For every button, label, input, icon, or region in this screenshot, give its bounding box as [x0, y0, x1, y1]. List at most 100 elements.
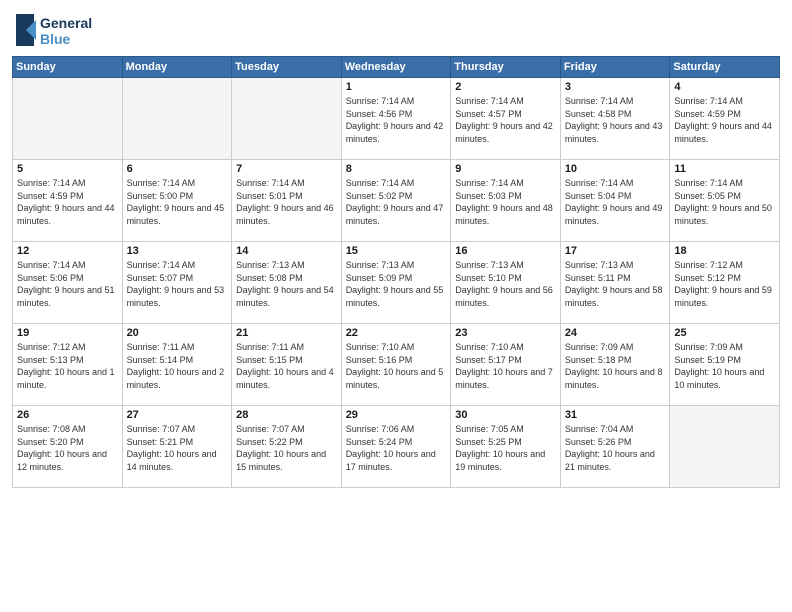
day-info: Sunrise: 7:09 AM Sunset: 5:18 PM Dayligh…	[565, 341, 666, 391]
calendar-week-2: 5 Sunrise: 7:14 AM Sunset: 4:59 PM Daylig…	[13, 160, 780, 242]
day-number: 27	[127, 409, 228, 421]
day-number: 20	[127, 327, 228, 339]
day-number: 2	[455, 81, 556, 93]
day-info: Sunrise: 7:06 AM Sunset: 5:24 PM Dayligh…	[346, 423, 447, 473]
calendar-week-5: 26Sunrise: 7:08 AM Sunset: 5:20 PM Dayli…	[13, 406, 780, 488]
calendar-cell: 29 Sunrise: 7:06 AM Sunset: 5:24 PM Dayli…	[341, 406, 451, 488]
day-number: 25	[674, 327, 775, 339]
page-container: GeneralBlue SundayMondayTuesdayWednesday…	[0, 0, 792, 496]
svg-text:Blue: Blue	[40, 31, 71, 47]
calendar-cell: 18Sunrise: 7:12 AM Sunset: 5:12 PM Dayli…	[670, 242, 780, 324]
calendar-cell: 30 Sunrise: 7:05 AM Sunset: 5:25 PM Dayli…	[451, 406, 561, 488]
calendar-week-1: 1Sunrise: 7:14 AM Sunset: 4:56 PM Daylig…	[13, 78, 780, 160]
calendar-cell: 21 Sunrise: 7:11 AM Sunset: 5:15 PM Dayli…	[232, 324, 342, 406]
calendar-week-3: 12 Sunrise: 7:14 AM Sunset: 5:06 PM Dayli…	[13, 242, 780, 324]
day-number: 5	[17, 163, 118, 175]
col-header-wednesday: Wednesday	[341, 57, 451, 78]
day-number: 4	[674, 81, 775, 93]
calendar-cell: 28Sunrise: 7:07 AM Sunset: 5:22 PM Dayli…	[232, 406, 342, 488]
day-number: 8	[346, 163, 447, 175]
day-info: Sunrise: 7:11 AM Sunset: 5:14 PM Dayligh…	[127, 341, 228, 391]
col-header-saturday: Saturday	[670, 57, 780, 78]
day-info: Sunrise: 7:14 AM Sunset: 4:57 PM Dayligh…	[455, 95, 556, 145]
day-number: 12	[17, 245, 118, 257]
day-number: 30	[455, 409, 556, 421]
header: GeneralBlue	[12, 10, 780, 50]
day-info: Sunrise: 7:14 AM Sunset: 4:59 PM Dayligh…	[17, 177, 118, 227]
calendar-cell: 16 Sunrise: 7:13 AM Sunset: 5:10 PM Dayli…	[451, 242, 561, 324]
day-info: Sunrise: 7:05 AM Sunset: 5:25 PM Dayligh…	[455, 423, 556, 473]
calendar-cell: 12 Sunrise: 7:14 AM Sunset: 5:06 PM Dayli…	[13, 242, 123, 324]
calendar-cell: 2 Sunrise: 7:14 AM Sunset: 4:57 PM Daylig…	[451, 78, 561, 160]
day-info: Sunrise: 7:14 AM Sunset: 5:06 PM Dayligh…	[17, 259, 118, 309]
day-info: Sunrise: 7:10 AM Sunset: 5:16 PM Dayligh…	[346, 341, 447, 391]
col-header-monday: Monday	[122, 57, 232, 78]
day-info: Sunrise: 7:09 AM Sunset: 5:19 PM Dayligh…	[674, 341, 775, 391]
day-info: Sunrise: 7:14 AM Sunset: 5:05 PM Dayligh…	[674, 177, 775, 227]
col-header-thursday: Thursday	[451, 57, 561, 78]
calendar-cell: 1Sunrise: 7:14 AM Sunset: 4:56 PM Daylig…	[341, 78, 451, 160]
calendar-cell: 13 Sunrise: 7:14 AM Sunset: 5:07 PM Dayli…	[122, 242, 232, 324]
day-info: Sunrise: 7:07 AM Sunset: 5:21 PM Dayligh…	[127, 423, 228, 473]
day-number: 16	[455, 245, 556, 257]
calendar-table: SundayMondayTuesdayWednesdayThursdayFrid…	[12, 56, 780, 488]
calendar-cell: 4 Sunrise: 7:14 AM Sunset: 4:59 PM Daylig…	[670, 78, 780, 160]
day-info: Sunrise: 7:14 AM Sunset: 5:02 PM Dayligh…	[346, 177, 447, 227]
calendar-cell: 15 Sunrise: 7:13 AM Sunset: 5:09 PM Dayli…	[341, 242, 451, 324]
day-number: 24	[565, 327, 666, 339]
day-info: Sunrise: 7:08 AM Sunset: 5:20 PM Dayligh…	[17, 423, 118, 473]
day-number: 9	[455, 163, 556, 175]
logo: GeneralBlue	[12, 10, 102, 50]
calendar-cell: 7Sunrise: 7:14 AM Sunset: 5:01 PM Daylig…	[232, 160, 342, 242]
day-number: 31	[565, 409, 666, 421]
day-number: 15	[346, 245, 447, 257]
day-info: Sunrise: 7:11 AM Sunset: 5:15 PM Dayligh…	[236, 341, 337, 391]
day-info: Sunrise: 7:14 AM Sunset: 5:04 PM Dayligh…	[565, 177, 666, 227]
calendar-cell: 25 Sunrise: 7:09 AM Sunset: 5:19 PM Dayli…	[670, 324, 780, 406]
calendar-cell: 23Sunrise: 7:10 AM Sunset: 5:17 PM Dayli…	[451, 324, 561, 406]
calendar-cell	[670, 406, 780, 488]
day-info: Sunrise: 7:14 AM Sunset: 5:01 PM Dayligh…	[236, 177, 337, 227]
calendar-cell: 19 Sunrise: 7:12 AM Sunset: 5:13 PM Dayli…	[13, 324, 123, 406]
calendar-cell: 22 Sunrise: 7:10 AM Sunset: 5:16 PM Dayli…	[341, 324, 451, 406]
day-info: Sunrise: 7:14 AM Sunset: 5:00 PM Dayligh…	[127, 177, 228, 227]
day-number: 19	[17, 327, 118, 339]
day-number: 29	[346, 409, 447, 421]
day-number: 18	[674, 245, 775, 257]
day-number: 23	[455, 327, 556, 339]
calendar-cell: 31 Sunrise: 7:04 AM Sunset: 5:26 PM Dayli…	[560, 406, 670, 488]
day-number: 11	[674, 163, 775, 175]
calendar-cell: 9 Sunrise: 7:14 AM Sunset: 5:03 PM Daylig…	[451, 160, 561, 242]
calendar-cell	[122, 78, 232, 160]
day-info: Sunrise: 7:04 AM Sunset: 5:26 PM Dayligh…	[565, 423, 666, 473]
day-info: Sunrise: 7:14 AM Sunset: 4:58 PM Dayligh…	[565, 95, 666, 145]
day-number: 22	[346, 327, 447, 339]
day-info: Sunrise: 7:14 AM Sunset: 4:59 PM Dayligh…	[674, 95, 775, 145]
day-number: 6	[127, 163, 228, 175]
day-number: 21	[236, 327, 337, 339]
day-info: Sunrise: 7:07 AM Sunset: 5:22 PM Dayligh…	[236, 423, 337, 473]
day-number: 10	[565, 163, 666, 175]
day-info: Sunrise: 7:12 AM Sunset: 5:13 PM Dayligh…	[17, 341, 118, 391]
calendar-cell: 8 Sunrise: 7:14 AM Sunset: 5:02 PM Daylig…	[341, 160, 451, 242]
day-info: Sunrise: 7:14 AM Sunset: 5:07 PM Dayligh…	[127, 259, 228, 309]
calendar-cell: 26Sunrise: 7:08 AM Sunset: 5:20 PM Dayli…	[13, 406, 123, 488]
col-header-sunday: Sunday	[13, 57, 123, 78]
svg-text:General: General	[40, 15, 92, 31]
day-info: Sunrise: 7:14 AM Sunset: 5:03 PM Dayligh…	[455, 177, 556, 227]
calendar-cell: 5 Sunrise: 7:14 AM Sunset: 4:59 PM Daylig…	[13, 160, 123, 242]
calendar-cell: 24 Sunrise: 7:09 AM Sunset: 5:18 PM Dayli…	[560, 324, 670, 406]
day-number: 13	[127, 245, 228, 257]
calendar-cell	[13, 78, 123, 160]
day-info: Sunrise: 7:13 AM Sunset: 5:09 PM Dayligh…	[346, 259, 447, 309]
day-number: 3	[565, 81, 666, 93]
day-info: Sunrise: 7:13 AM Sunset: 5:10 PM Dayligh…	[455, 259, 556, 309]
day-info: Sunrise: 7:13 AM Sunset: 5:11 PM Dayligh…	[565, 259, 666, 309]
day-number: 1	[346, 81, 447, 93]
col-header-friday: Friday	[560, 57, 670, 78]
logo-svg: GeneralBlue	[12, 10, 102, 50]
calendar-cell	[232, 78, 342, 160]
calendar-cell: 3 Sunrise: 7:14 AM Sunset: 4:58 PM Daylig…	[560, 78, 670, 160]
calendar-cell: 27 Sunrise: 7:07 AM Sunset: 5:21 PM Dayli…	[122, 406, 232, 488]
day-info: Sunrise: 7:13 AM Sunset: 5:08 PM Dayligh…	[236, 259, 337, 309]
